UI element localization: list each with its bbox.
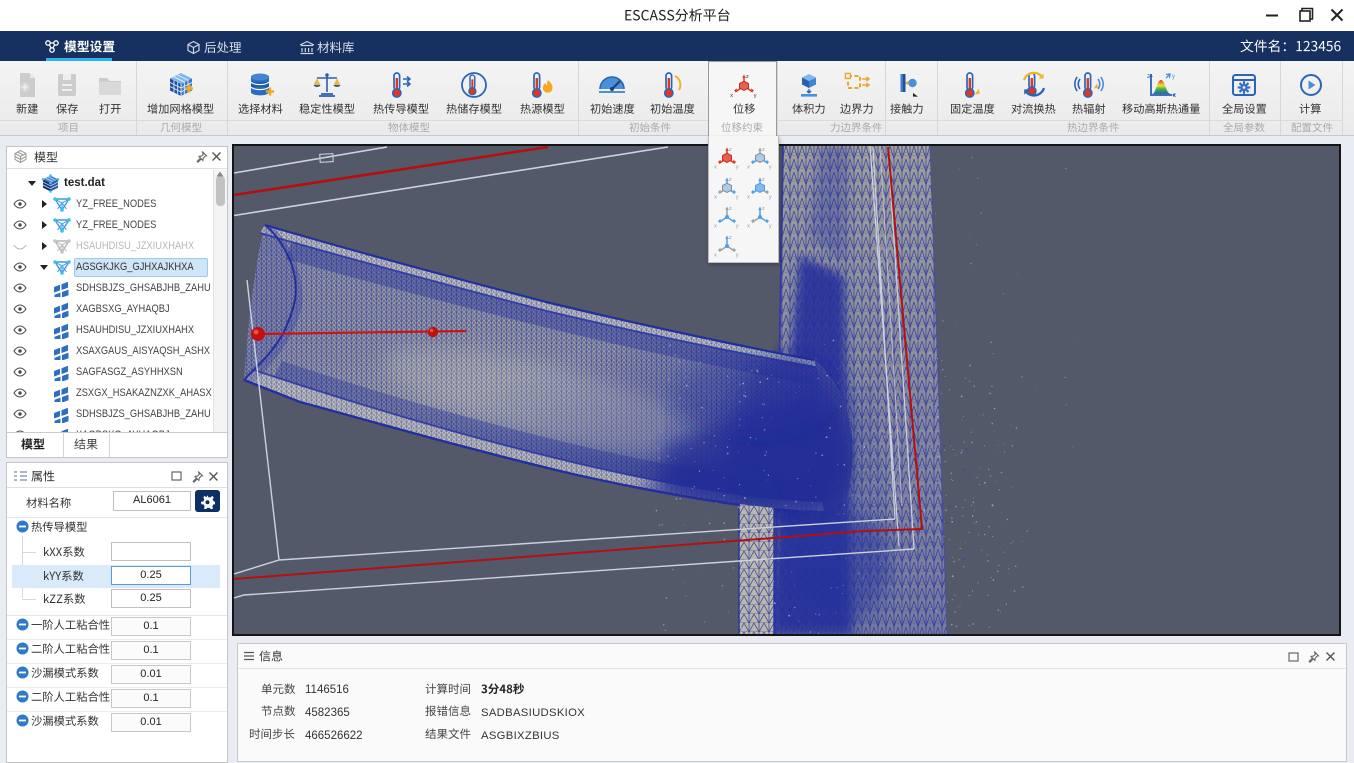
svg-text:z: z [762, 177, 765, 183]
svg-text:x: x [1173, 93, 1176, 99]
svg-text:z: z [762, 206, 765, 212]
svg-text:x: x [714, 223, 717, 229]
svg-text:y: y [754, 93, 757, 99]
svg-text:z: z [729, 147, 732, 153]
svg-text:y: y [736, 252, 739, 258]
svg-text:z: z [729, 206, 732, 212]
svg-text:x: x [747, 194, 750, 200]
svg-text:z: z [746, 74, 749, 80]
svg-text:y: y [736, 164, 739, 170]
svg-text:y: y [736, 223, 739, 229]
svg-text:y: y [736, 194, 739, 200]
svg-text:z: z [729, 235, 732, 241]
svg-text:y: y [1172, 74, 1175, 80]
svg-text:y: y [769, 164, 772, 170]
svg-text:z: z [729, 177, 732, 183]
svg-text:x: x [714, 164, 717, 170]
svg-text:x: x [714, 252, 717, 258]
svg-text:x: x [714, 194, 717, 200]
svg-text:x: x [747, 223, 750, 229]
svg-text:y: y [769, 194, 772, 200]
svg-text:z: z [762, 147, 765, 153]
svg-text:x: x [747, 164, 750, 170]
svg-text:y: y [769, 223, 772, 229]
svg-text:z: z [1147, 74, 1150, 80]
svg-text:x: x [730, 93, 733, 99]
